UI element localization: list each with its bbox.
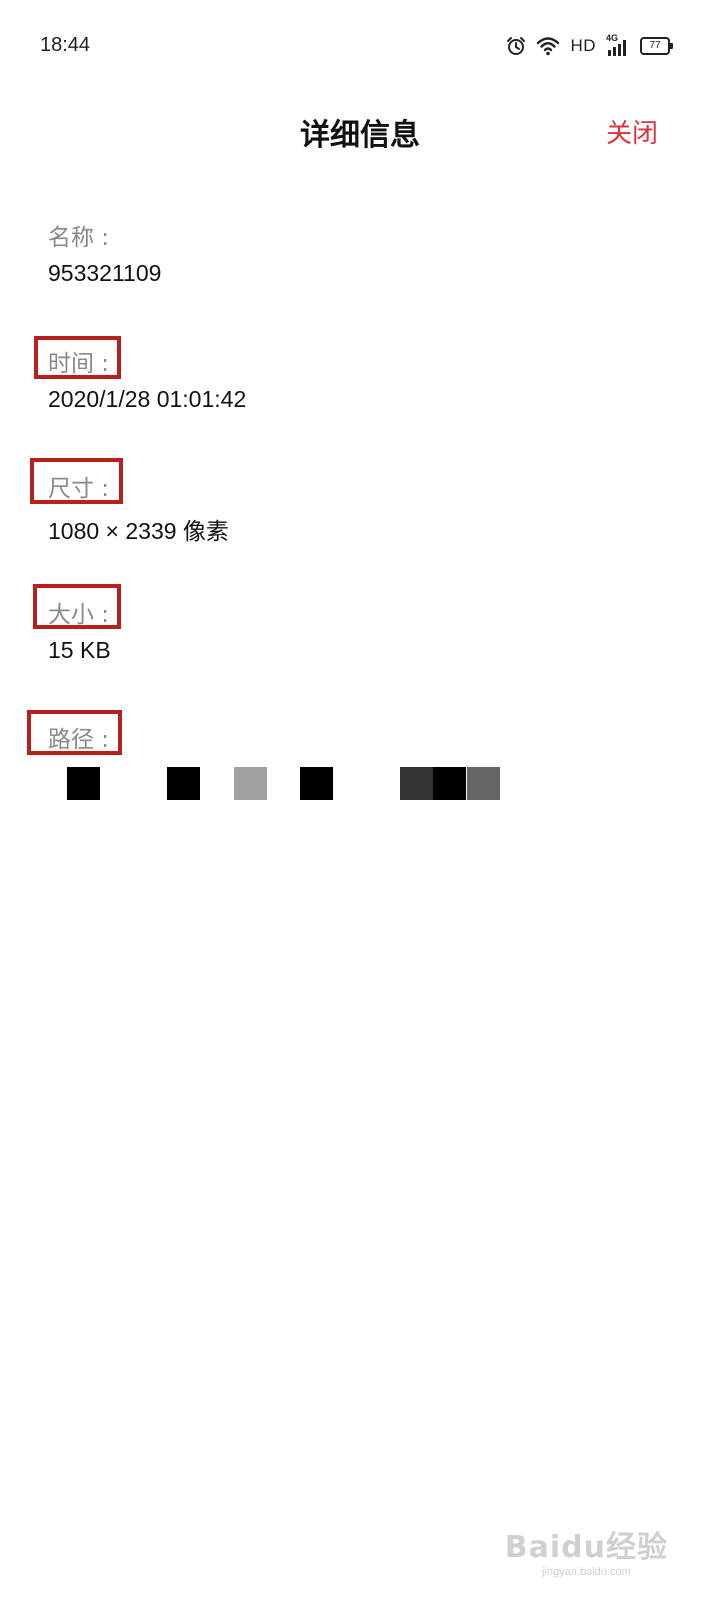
name-label: 名称 : bbox=[48, 225, 110, 251]
status-time: 18:44 bbox=[40, 34, 91, 56]
time-value: 2020/1/28 01:01:42 bbox=[48, 386, 247, 412]
dialog-header: 详细信息 关闭 bbox=[0, 100, 720, 164]
status-bar: 18:44 HD 4G 77 bbox=[0, 0, 720, 92]
pixel-block bbox=[67, 767, 100, 800]
status-icons: HD 4G 77 bbox=[506, 33, 673, 59]
pixel-block bbox=[467, 767, 500, 800]
watermark-logo: Baidu经验 bbox=[504, 1530, 668, 1565]
highlight-box-size bbox=[30, 458, 123, 504]
highlight-box-time bbox=[34, 336, 121, 379]
name-value: 953321109 bbox=[48, 260, 162, 286]
wifi-icon bbox=[536, 36, 560, 56]
pixel-block bbox=[234, 767, 267, 800]
pixel-block bbox=[400, 767, 433, 800]
close-button[interactable]: 关闭 bbox=[606, 113, 658, 150]
alarm-icon bbox=[506, 36, 526, 56]
watermark: Baidu经验 jingyan.baidu.com bbox=[505, 1522, 668, 1578]
watermark-url: jingyan.baidu.com bbox=[542, 1566, 631, 1578]
pixel-block bbox=[300, 767, 333, 800]
highlight-box-filesize bbox=[33, 584, 121, 629]
pixel-block bbox=[167, 767, 200, 800]
filesize-value: 15 KB bbox=[48, 637, 111, 663]
battery-icon: 77 bbox=[640, 37, 673, 55]
size-value: 1080 × 2339 像素 bbox=[48, 518, 229, 544]
pixel-block bbox=[433, 767, 466, 800]
highlight-box-path bbox=[27, 710, 122, 755]
4g-signal-icon: 4G bbox=[606, 33, 630, 57]
hd-indicator: HD bbox=[570, 36, 596, 55]
